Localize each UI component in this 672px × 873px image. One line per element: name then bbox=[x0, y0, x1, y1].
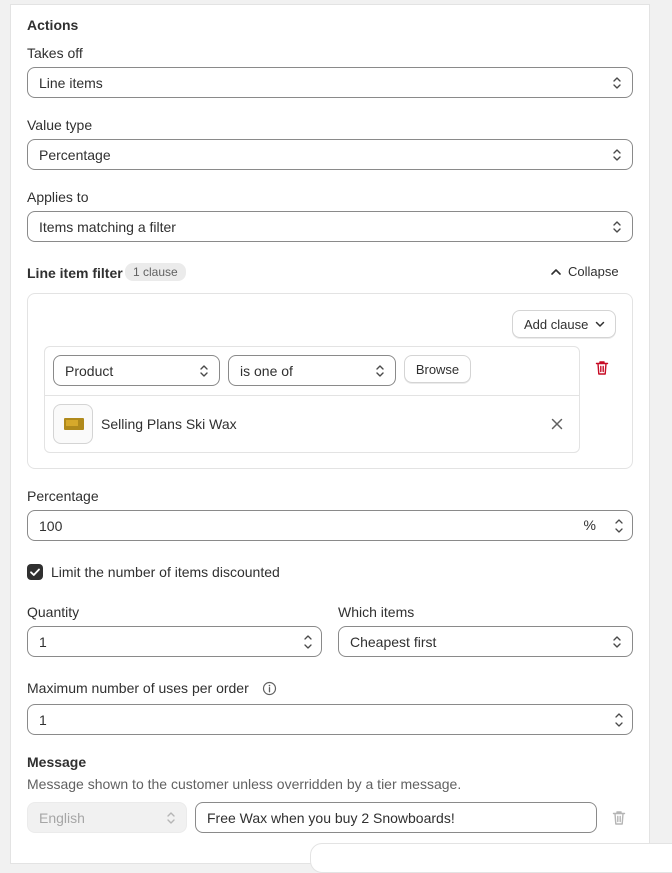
message-heading: Message bbox=[27, 754, 87, 770]
remove-product-icon[interactable] bbox=[551, 418, 563, 430]
info-icon[interactable] bbox=[262, 681, 277, 696]
value-type-value: Percentage bbox=[39, 146, 111, 163]
clause-divider bbox=[45, 395, 579, 396]
delete-message-icon[interactable] bbox=[612, 810, 626, 826]
message-input[interactable]: Free Wax when you buy 2 Snowboards! bbox=[195, 802, 597, 833]
select-chevron-icon bbox=[613, 221, 621, 233]
stepper-icon[interactable] bbox=[613, 709, 625, 731]
max-uses-input[interactable]: 1 bbox=[27, 704, 633, 735]
select-chevron-icon bbox=[613, 149, 621, 161]
stepper-icon[interactable] bbox=[302, 631, 314, 653]
checkmark-icon bbox=[30, 568, 40, 576]
applies-to-label: Applies to bbox=[27, 189, 89, 205]
limit-checkbox[interactable] bbox=[27, 564, 43, 580]
percentage-label: Percentage bbox=[27, 488, 99, 504]
which-items-select[interactable]: Cheapest first bbox=[338, 626, 633, 657]
percentage-input[interactable]: 100 % bbox=[27, 510, 633, 541]
clause-field-value: Product bbox=[65, 362, 114, 379]
takes-off-label: Takes off bbox=[27, 45, 83, 61]
browse-button[interactable]: Browse bbox=[404, 355, 471, 383]
floating-panel-edge bbox=[310, 843, 672, 873]
takes-off-select[interactable]: Line items bbox=[27, 67, 633, 98]
percentage-value: 100 bbox=[39, 517, 63, 534]
clause-operator-value: is one of bbox=[240, 362, 293, 379]
clause-field-select[interactable]: Product bbox=[53, 355, 220, 386]
chevron-down-icon bbox=[596, 321, 605, 327]
quantity-label: Quantity bbox=[27, 604, 80, 620]
collapse-button[interactable]: Collapse bbox=[550, 264, 619, 279]
clause-count-badge: 1 clause bbox=[125, 263, 186, 281]
product-thumbnail bbox=[53, 404, 93, 444]
limit-label[interactable]: Limit the number of items discounted bbox=[51, 564, 280, 580]
which-items-label: Which items bbox=[338, 604, 415, 620]
actions-heading: Actions bbox=[27, 17, 79, 33]
quantity-value: 1 bbox=[39, 633, 47, 650]
message-language-value: English bbox=[39, 809, 85, 826]
add-clause-label: Add clause bbox=[524, 316, 589, 332]
delete-clause-icon[interactable] bbox=[595, 360, 609, 376]
clause-operator-select[interactable]: is one of bbox=[228, 355, 396, 386]
select-chevron-icon bbox=[200, 365, 208, 377]
collapse-label: Collapse bbox=[568, 264, 619, 279]
select-chevron-icon bbox=[613, 636, 621, 648]
which-items-value: Cheapest first bbox=[350, 633, 437, 650]
stepper-icon[interactable] bbox=[613, 515, 625, 537]
applies-to-select[interactable]: Items matching a filter bbox=[27, 211, 633, 242]
line-item-filter-label: Line item filter bbox=[27, 265, 123, 281]
percentage-suffix: % bbox=[583, 517, 596, 533]
takes-off-value: Line items bbox=[39, 74, 103, 91]
product-name: Selling Plans Ski Wax bbox=[101, 416, 237, 432]
message-help-text: Message shown to the customer unless ove… bbox=[27, 776, 462, 792]
select-chevron-icon bbox=[376, 365, 384, 377]
chevron-up-icon bbox=[551, 268, 561, 275]
add-clause-button[interactable]: Add clause bbox=[512, 310, 616, 338]
value-type-select[interactable]: Percentage bbox=[27, 139, 633, 170]
max-uses-value: 1 bbox=[39, 711, 47, 728]
value-type-label: Value type bbox=[27, 117, 93, 133]
select-chevron-icon bbox=[167, 812, 175, 824]
max-uses-label: Maximum number of uses per order bbox=[27, 680, 249, 696]
quantity-input[interactable]: 1 bbox=[27, 626, 322, 657]
browse-label: Browse bbox=[415, 361, 460, 377]
message-value: Free Wax when you buy 2 Snowboards! bbox=[207, 809, 455, 826]
applies-to-value: Items matching a filter bbox=[39, 218, 176, 235]
message-language-select[interactable]: English bbox=[27, 802, 187, 833]
select-chevron-icon bbox=[613, 77, 621, 89]
